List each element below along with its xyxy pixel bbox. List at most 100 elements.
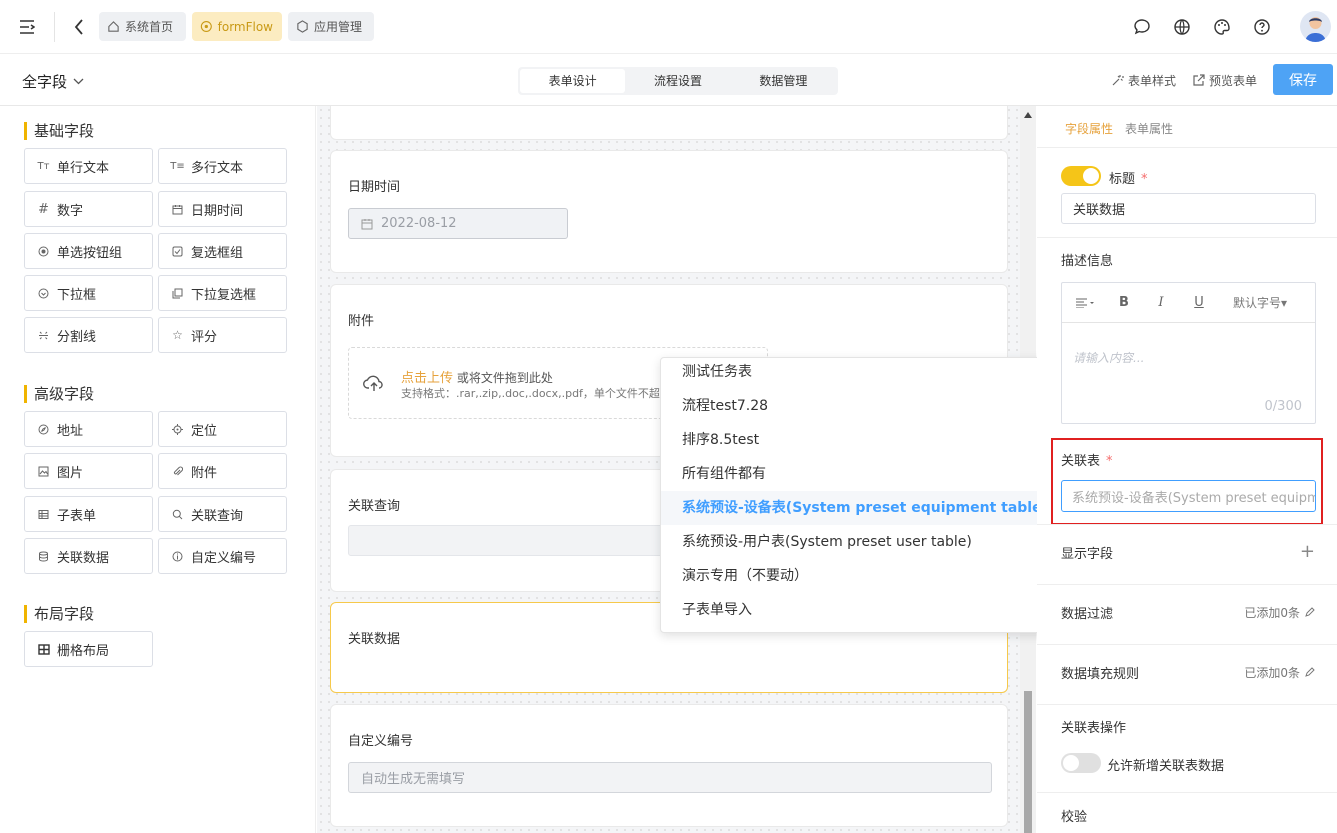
dropdown-option[interactable]: 排序8.5test xyxy=(661,423,1048,457)
designer-actions: 表单样式 预览表单 xyxy=(1111,72,1257,89)
field-related-query[interactable]: 关联查询 xyxy=(158,496,287,532)
chat-icon[interactable] xyxy=(1132,17,1151,36)
field-checkbox-group[interactable]: 复选框组 xyxy=(158,233,287,269)
form-item-custom-code[interactable]: 自定义编号 自动生成无需填写 xyxy=(330,704,1008,827)
avatar[interactable] xyxy=(1300,11,1331,42)
form-item-card[interactable] xyxy=(330,106,1008,140)
form-style-button[interactable]: 表单样式 xyxy=(1111,72,1176,89)
search-icon xyxy=(171,508,184,521)
field-label: 子表单 xyxy=(57,508,97,524)
dropdown-option[interactable]: 所有组件都有 xyxy=(661,457,1048,491)
field-label: 附件 xyxy=(191,465,218,481)
fill-rule-edit[interactable]: 已添加0条 xyxy=(1244,664,1315,681)
field-label: 栅格布局 xyxy=(57,643,110,659)
required-mark: * xyxy=(1106,454,1113,469)
scroll-up-arrow-icon[interactable] xyxy=(1024,112,1032,118)
field-multi-select[interactable]: 下拉复选框 xyxy=(158,275,287,311)
fill-rule-row: 数据填充规则 已添加0条 xyxy=(1061,662,1315,682)
globe-icon[interactable] xyxy=(1172,17,1191,36)
dropdown-option[interactable]: 流程test7.28 xyxy=(661,389,1048,423)
title-toggle[interactable] xyxy=(1061,166,1101,186)
upload-click-link[interactable]: 点击上传 xyxy=(401,371,453,386)
bold-icon[interactable]: B xyxy=(1108,295,1140,310)
tab-data-manage[interactable]: 数据管理 xyxy=(731,69,836,93)
field-datetime[interactable]: 日期时间 xyxy=(158,191,287,227)
tab-form-props[interactable]: 表单属性 xyxy=(1125,120,1173,137)
field-label: 单选按钮组 xyxy=(57,245,123,261)
upload-text: 点击上传 或将文件拖到此处 xyxy=(401,367,553,386)
field-multi-text[interactable]: T≡ 多行文本 xyxy=(158,148,287,184)
field-label: 定位 xyxy=(191,423,218,439)
field-radio-group[interactable]: 单选按钮组 xyxy=(24,233,153,269)
dropdown-option-selected[interactable]: 系统预设-设备表(System preset equipment table) xyxy=(661,491,1048,525)
field-number[interactable]: # 数字 xyxy=(24,191,153,227)
font-size-value: 默认字号 xyxy=(1232,296,1281,310)
tab-flow-settings[interactable]: 流程设置 xyxy=(625,69,730,93)
dropdown-icon xyxy=(37,287,50,300)
preview-button[interactable]: 预览表单 xyxy=(1192,72,1257,89)
field-subform[interactable]: 子表单 xyxy=(24,496,153,532)
validate-label: 校验 xyxy=(1061,810,1088,825)
field-select[interactable]: 下拉框 xyxy=(24,275,153,311)
scroll-thumb[interactable] xyxy=(1024,691,1032,833)
field-label: 日期时间 xyxy=(191,203,244,219)
top-icon-group xyxy=(1132,17,1271,36)
dropdown-option[interactable]: 演示专用（不要动） xyxy=(661,559,1048,593)
field-label: 关联数据 xyxy=(57,550,110,566)
field-label: 关联查询 xyxy=(191,508,244,524)
palette-icon[interactable] xyxy=(1212,17,1231,36)
field-custom-code[interactable]: 自定义编号 xyxy=(158,538,287,574)
field-title: 自定义编号 xyxy=(348,734,414,749)
pencil-icon xyxy=(1305,607,1315,617)
dropdown-option[interactable]: 子表单导入 xyxy=(661,593,1048,627)
menu-toggle-icon[interactable] xyxy=(16,16,38,38)
underline-icon[interactable]: U xyxy=(1182,295,1216,310)
divider xyxy=(1037,237,1337,238)
font-size-select[interactable]: 默认字号 ▾ xyxy=(1216,294,1304,311)
back-icon[interactable] xyxy=(68,14,90,40)
field-single-text[interactable]: Tт 单行文本 xyxy=(24,148,153,184)
help-icon[interactable] xyxy=(1252,17,1271,36)
tab-label: 系统首页 xyxy=(125,20,174,34)
field-location[interactable]: 定位 xyxy=(158,411,287,447)
cloud-upload-icon xyxy=(363,375,383,391)
toggle-knob xyxy=(1063,755,1079,771)
divider xyxy=(1037,584,1337,585)
tab-app-manage[interactable]: 应用管理 xyxy=(288,12,374,41)
tab-system-home[interactable]: 系统首页 xyxy=(99,12,186,41)
field-label: 下拉复选框 xyxy=(191,287,257,303)
related-table-select[interactable]: 系统预设-设备表(System preset equipment table) xyxy=(1061,480,1316,512)
data-filter-edit[interactable]: 已添加0条 xyxy=(1244,604,1315,621)
field-grid-layout[interactable]: 栅格布局 xyxy=(24,631,153,667)
add-icon[interactable]: + xyxy=(1300,543,1315,561)
field-label: 多行文本 xyxy=(191,160,244,176)
desc-label: 描述信息 xyxy=(1061,254,1114,269)
align-icon[interactable] xyxy=(1062,298,1108,308)
field-divider[interactable]: 分割线 xyxy=(24,317,153,353)
editor-placeholder[interactable]: 请输入内容... xyxy=(1073,349,1144,366)
field-attachment[interactable]: 附件 xyxy=(158,453,287,489)
field-rating[interactable]: ☆ 评分 xyxy=(158,317,287,353)
field-image[interactable]: 图片 xyxy=(24,453,153,489)
dropdown-option[interactable]: 系统预设-用户表(System preset user table) xyxy=(661,525,1048,559)
group-title-advanced: 高级字段 xyxy=(24,385,94,403)
tab-formflow[interactable]: formFlow xyxy=(192,12,282,41)
date-input[interactable]: 2022-08-12 xyxy=(348,208,568,239)
form-item-datetime[interactable]: 日期时间 2022-08-12 xyxy=(330,150,1008,273)
tab-field-props[interactable]: 字段属性 xyxy=(1065,120,1113,137)
dropdown-option[interactable]: 测试任务表 xyxy=(661,358,1048,389)
custom-code-input[interactable]: 自动生成无需填写 xyxy=(348,762,992,793)
calendar-icon xyxy=(361,218,373,229)
compass-icon xyxy=(37,423,50,436)
title-input[interactable]: 关联数据 xyxy=(1061,193,1316,224)
tab-form-design[interactable]: 表单设计 xyxy=(520,69,626,93)
image-icon xyxy=(37,465,50,478)
allow-add-toggle[interactable] xyxy=(1061,753,1101,773)
save-button[interactable]: 保存 xyxy=(1273,64,1333,95)
related-ops-label: 关联表操作 xyxy=(1061,721,1127,736)
italic-icon[interactable]: I xyxy=(1140,295,1182,310)
field-address[interactable]: 地址 xyxy=(24,411,153,447)
field-related-data[interactable]: 关联数据 xyxy=(24,538,153,574)
field-type-select[interactable]: 全字段 xyxy=(22,71,84,92)
editor-toolbar: B I U 默认字号 ▾ xyxy=(1062,283,1315,323)
